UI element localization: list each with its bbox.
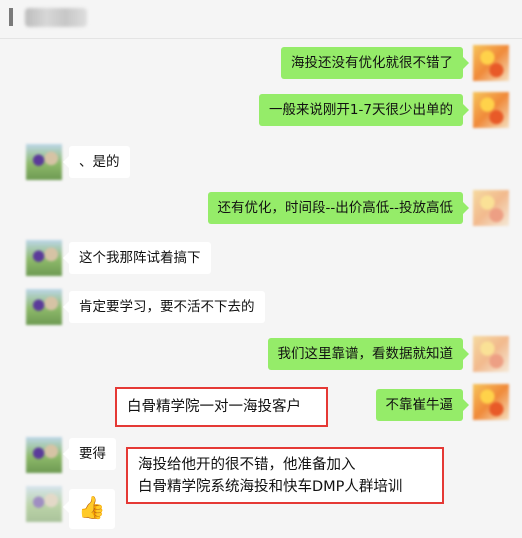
incoming-message[interactable]: 要得 — [63, 438, 116, 470]
incoming-emoji-message[interactable]: 👍 — [63, 489, 115, 529]
title-mark — [9, 8, 13, 26]
my-avatar[interactable] — [473, 45, 509, 81]
annotation-line-2: 白骨精学院系统海投和快车DMP人群培训 — [138, 479, 403, 495]
outgoing-message[interactable]: 不靠崔牛逼 — [375, 389, 469, 421]
contact-avatar[interactable] — [26, 289, 62, 325]
contact-avatar[interactable] — [26, 240, 62, 276]
chat-header — [0, 0, 522, 39]
outgoing-message[interactable]: 一般来说刚开1-7天很少出单的 — [258, 94, 470, 126]
incoming-message[interactable]: 这个我那阵试着搞下 — [63, 242, 211, 274]
my-avatar[interactable] — [473, 92, 509, 128]
chat-area[interactable]: 海投还没有优化就很不错了 一般来说刚开1-7天很少出单的 、是的 还有优化，时间… — [0, 39, 522, 538]
my-avatar[interactable] — [473, 190, 509, 226]
annotation-text: 白骨精学院一对一海投客户 — [127, 399, 301, 415]
contact-avatar[interactable] — [26, 437, 62, 473]
incoming-message[interactable]: 肯定要学习，要不活不下去的 — [63, 291, 265, 323]
chat-title-blurred — [25, 8, 87, 27]
outgoing-message[interactable]: 海投还没有优化就很不错了 — [281, 47, 469, 79]
annotation-box-client: 白骨精学院一对一海投客户 — [115, 387, 328, 427]
outgoing-message[interactable]: 还有优化，时间段--出价高低--投放高低 — [207, 192, 469, 224]
contact-avatar[interactable] — [26, 486, 62, 522]
incoming-message[interactable]: 、是的 — [63, 146, 130, 178]
my-avatar[interactable] — [473, 384, 509, 420]
my-avatar[interactable] — [473, 336, 509, 372]
thumbs-up-icon: 👍 — [78, 496, 106, 521]
contact-avatar[interactable] — [26, 144, 62, 180]
outgoing-message[interactable]: 我们这里靠谱，看数据就知道 — [267, 338, 469, 370]
annotation-line-1: 海投给他开的很不错，他准备加入 — [138, 457, 356, 473]
annotation-box-training: 海投给他开的很不错，他准备加入 白骨精学院系统海投和快车DMP人群培训 — [126, 447, 444, 504]
